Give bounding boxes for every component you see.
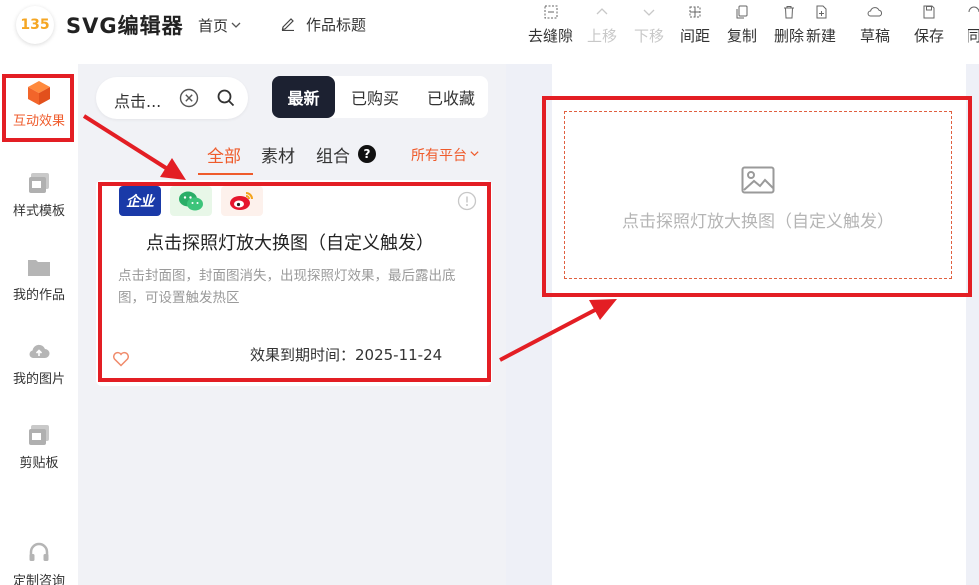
arrow-card-to-canvas — [499, 299, 617, 362]
arrow-sidebar-to-card — [82, 114, 186, 180]
annotation-arrows — [82, 114, 617, 362]
